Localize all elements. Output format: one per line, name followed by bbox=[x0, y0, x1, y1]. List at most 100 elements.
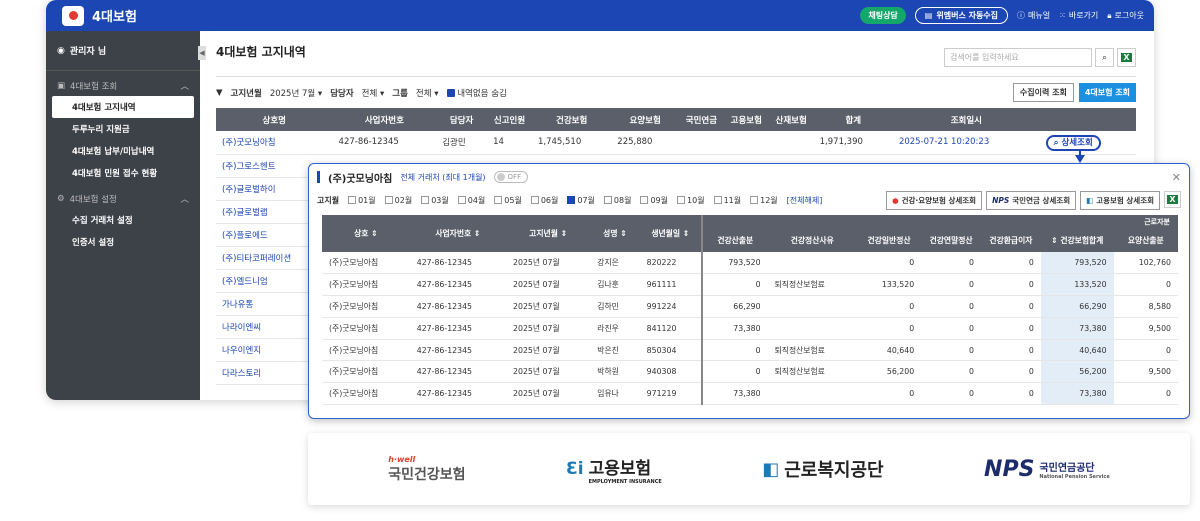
col-header[interactable]: 성명 ⇕ bbox=[590, 215, 640, 252]
logout-link[interactable]: 🔒︎ 로그아웃 bbox=[1107, 10, 1144, 21]
col-header[interactable]: ⇕ 건강보험합계 bbox=[1040, 229, 1114, 252]
table-cell: 2025년 07월 bbox=[506, 339, 591, 362]
period-select[interactable]: 2025년 7월 ▾ bbox=[270, 87, 322, 99]
hide-empty-label: 내역없음 숨김 bbox=[457, 88, 507, 99]
group-select[interactable]: 전체 ▾ bbox=[416, 87, 439, 99]
table-cell: 427-86-12345 bbox=[409, 360, 507, 384]
table-cell: 임유나 bbox=[590, 382, 640, 406]
col-header[interactable]: 상호 ⇕ bbox=[322, 215, 410, 252]
excel-icon[interactable]: X bbox=[1117, 48, 1136, 67]
sidebar-section-settings[interactable]: ⚙ 4대보험 설정 ︿ bbox=[46, 184, 200, 209]
health-detail-button[interactable]: ● 건강·요양보험 상세조회 bbox=[886, 190, 983, 210]
close-icon[interactable]: ✕ bbox=[1172, 171, 1181, 184]
sidebar-collapse-icon[interactable]: ◀ bbox=[198, 46, 206, 60]
detail-button[interactable]: ⌕ 상세조회 bbox=[1045, 135, 1101, 152]
employment-cell bbox=[723, 131, 769, 155]
logout-label: 로그아웃 bbox=[1114, 11, 1144, 20]
table-row[interactable]: (주)굿모닝아침 427-86-12345 2025년 07월 박은진 850304 0 퇴… bbox=[322, 339, 1178, 362]
toggle-knob bbox=[496, 173, 505, 181]
month-checkbox[interactable]: 04월 bbox=[457, 195, 485, 206]
month-text: 07월 bbox=[577, 195, 595, 205]
col-header[interactable]: 고지년월 ⇕ bbox=[506, 215, 591, 252]
chat-counsel-button[interactable]: 채팅상담 bbox=[860, 7, 906, 24]
gear-icon: ⚙ bbox=[57, 194, 65, 204]
table-cell: (주)굿모닝아침 bbox=[322, 273, 410, 297]
sidebar-item-cert-setting[interactable]: 인증서 설정 bbox=[46, 231, 200, 253]
search-icon[interactable]: ⌕ bbox=[1095, 48, 1114, 67]
table-cell: 793,520 bbox=[1040, 252, 1114, 275]
col-header: 사업자번호 bbox=[332, 108, 437, 131]
all-clients-toggle[interactable]: OFF bbox=[493, 171, 529, 183]
manager-cell: 김광민 bbox=[436, 131, 488, 155]
query-button[interactable]: 4대보험 조회 bbox=[1078, 83, 1136, 102]
emp-detail-button[interactable]: ◧ 고용보험 상세조회 bbox=[1080, 190, 1160, 210]
month-text: 01월 bbox=[358, 195, 376, 205]
col-header[interactable]: 상호명 bbox=[216, 108, 333, 131]
month-text: 05월 bbox=[504, 195, 522, 205]
month-checkbox[interactable]: 09월 bbox=[640, 195, 668, 206]
auto-collect-button[interactable]: ▤ 위멤버스 자동수집 bbox=[914, 7, 1009, 24]
sidebar-item-notice[interactable]: 4대보험 고지내역 bbox=[52, 96, 194, 118]
month-checkbox[interactable]: 05월 bbox=[494, 195, 522, 206]
col-header[interactable]: 생년월일 ⇕ bbox=[639, 215, 702, 252]
toggle-label: OFF bbox=[507, 173, 522, 181]
month-checkbox[interactable]: 02월 bbox=[384, 195, 412, 206]
table-cell: 9,500 bbox=[1113, 360, 1178, 384]
manager-select[interactable]: 전체 ▾ bbox=[362, 87, 385, 99]
table-cell: 2025년 07월 bbox=[506, 382, 591, 406]
clear-all-link[interactable]: [전체해제] bbox=[787, 195, 823, 206]
month-checkbox[interactable]: 01월 bbox=[348, 195, 376, 206]
excel-icon[interactable]: X bbox=[1164, 190, 1181, 208]
table-cell: 427-86-12345 bbox=[409, 273, 507, 297]
month-checkbox[interactable]: 08월 bbox=[603, 195, 631, 206]
nps-detail-button[interactable]: NPS 국민연금 상세조회 bbox=[986, 190, 1077, 210]
month-text: 09월 bbox=[650, 195, 669, 205]
month-checkbox[interactable]: 06월 bbox=[530, 195, 558, 206]
month-checkbox[interactable]: 07월 bbox=[567, 195, 595, 206]
shortcut-link[interactable]: ⁙ 바로가기 bbox=[1059, 10, 1098, 21]
pointer-arrow-icon bbox=[1075, 155, 1085, 163]
table-cell: 0 bbox=[921, 317, 982, 340]
table-cell: 라진우 bbox=[590, 317, 640, 340]
period-value: 2025년 7월 bbox=[269, 88, 316, 99]
table-header: 상호 ⇕ 사업자번호 ⇕ 고지년월 ⇕ 성명 ⇕ 생년월일 ⇕ 근로자분 bbox=[322, 215, 1178, 252]
table-row[interactable]: (주)굿모닝아침 427-86-12345 2025년 07월 강지은 820222 79… bbox=[322, 252, 1178, 275]
search-input[interactable]: 검색어를 입력하세요 bbox=[944, 48, 1092, 67]
sidebar-item-payment[interactable]: 4대보험 납부/미납내역 bbox=[46, 140, 200, 162]
history-button[interactable]: 수집이력 조회 bbox=[1012, 83, 1074, 102]
hide-empty-checkbox[interactable]: 내역없음 숨김 bbox=[446, 87, 507, 99]
sidebar-section-query[interactable]: ▣ 4대보험 조회 ︿ bbox=[46, 71, 200, 96]
app-title: 4대보험 bbox=[92, 10, 137, 25]
comwel-logo: ◧ 근로복지공단 bbox=[762, 456, 883, 482]
table-cell: 66,290 bbox=[1040, 295, 1114, 318]
table-row[interactable]: (주)굿모닝아침 427-86-12345 김광민 14 1,745,510 2… bbox=[216, 131, 1136, 155]
month-checkbox[interactable]: 12월 bbox=[750, 195, 778, 206]
health-detail-label: 건강·요양보험 상세조회 bbox=[901, 195, 977, 205]
col-header[interactable]: 사업자번호 ⇕ bbox=[409, 215, 507, 252]
table-row[interactable]: (주)굿모닝아침 427-86-12345 2025년 07월 라진우 841120 73… bbox=[322, 317, 1178, 340]
checkbox-icon bbox=[750, 196, 759, 204]
sidebar: ◉ 관리자 님 ▣ 4대보험 조회 ︿ 4대보험 고지내역 두루누리 지원금 4대보험… bbox=[46, 31, 200, 400]
pension-cell bbox=[678, 131, 724, 155]
month-checkbox[interactable]: 03월 bbox=[421, 195, 449, 206]
shortcut-label: 바로가기 bbox=[1068, 11, 1099, 20]
table-cell: 박은진 bbox=[590, 339, 640, 362]
table-cell: 56,200 bbox=[856, 360, 922, 384]
col-label: 성명 bbox=[603, 229, 618, 238]
table-row[interactable]: (주)굿모닝아침 427-86-12345 2025년 07월 김나훈 961111 0 퇴… bbox=[322, 273, 1178, 297]
grid-icon: ⁙ bbox=[1059, 11, 1066, 20]
table-row[interactable]: (주)굿모닝아침 427-86-12345 2025년 07월 김하민 991224 66… bbox=[322, 295, 1178, 318]
sidebar-item-durunuri[interactable]: 두루누리 지원금 bbox=[46, 118, 200, 140]
sidebar-item-collect-setting[interactable]: 수집 거래처 설정 bbox=[46, 209, 200, 231]
table-cell: 0 bbox=[981, 252, 1041, 275]
sidebar-item-complaints[interactable]: 4대보험 민원 접수 현황 bbox=[46, 162, 200, 184]
month-checkbox[interactable]: 11월 bbox=[713, 195, 741, 206]
table-row[interactable]: (주)굿모닝아침 427-86-12345 2025년 07월 박하원 940308 0 퇴… bbox=[322, 360, 1178, 384]
manual-link[interactable]: ⓘ 매뉴얼 bbox=[1017, 10, 1050, 21]
checkbox-icon bbox=[384, 196, 393, 204]
col-header: 건강연말정산 bbox=[921, 229, 982, 252]
month-checkbox[interactable]: 10월 bbox=[677, 195, 705, 206]
popup-subtitle: 전체 거래처 (최대 1개월) bbox=[400, 172, 486, 182]
company-name[interactable]: (주)굿모닝아침 bbox=[216, 131, 333, 155]
table-row[interactable]: (주)굿모닝아침 427-86-12345 2025년 07월 임유나 971219 73… bbox=[322, 382, 1178, 406]
